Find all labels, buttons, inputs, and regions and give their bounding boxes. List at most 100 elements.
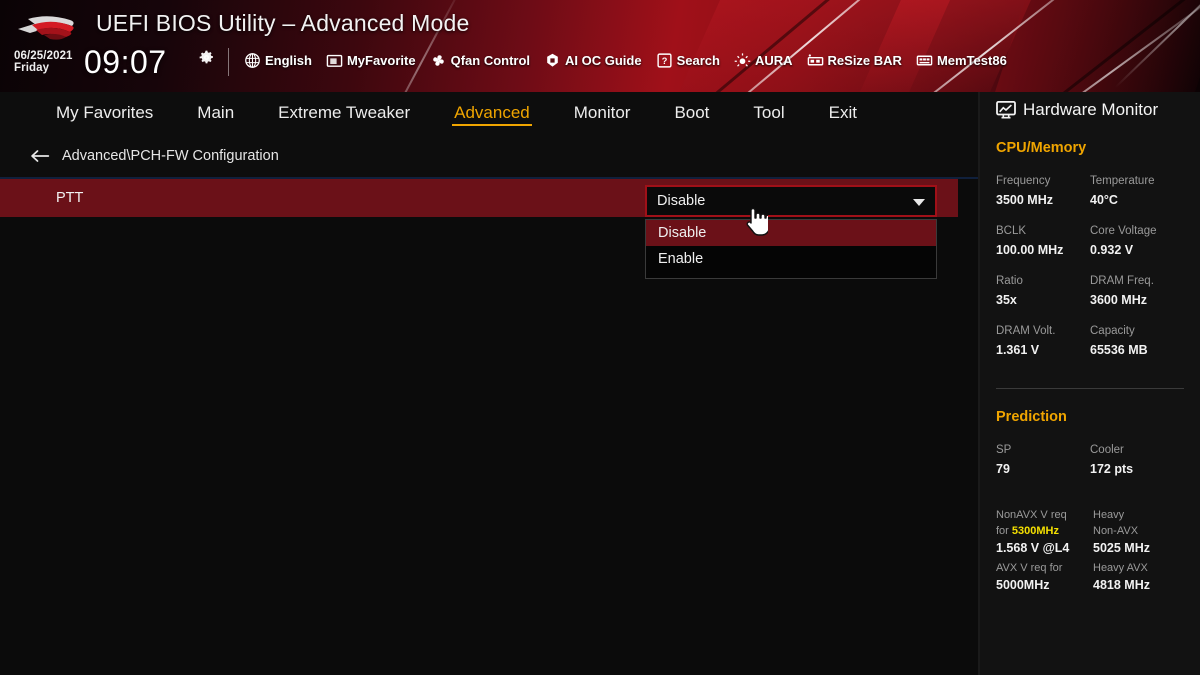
breadcrumb: Advanced\PCH-FW Configuration xyxy=(0,134,980,178)
heavy-avx-value: 4818 MHz xyxy=(1093,578,1150,592)
nonavx-voltage-value: 1.568 V @L4 xyxy=(996,541,1070,555)
header-decor-streak-3 xyxy=(988,0,1200,92)
sidebar-divider-rule xyxy=(996,388,1184,389)
heavy-avx-label: Heavy AVX xyxy=(1093,562,1148,574)
chip-icon xyxy=(547,53,558,67)
toolbar-item-resize-bar[interactable]: ReSize BAR xyxy=(807,52,902,69)
fan-icon xyxy=(432,55,444,66)
dropdown-option-disable[interactable]: Disable xyxy=(646,220,936,246)
hardware-monitor-icon xyxy=(996,101,1016,119)
tab-tool[interactable]: Tool xyxy=(731,92,806,134)
tab-monitor[interactable]: Monitor xyxy=(552,92,653,134)
weekday-value: Friday xyxy=(14,62,50,75)
metric-value: 40°C xyxy=(1090,193,1118,207)
metric-key: Ratio xyxy=(996,275,1023,287)
toolbar-item-search[interactable]: ? Search xyxy=(656,52,720,69)
avx-prediction-grid: NonAVX V req for 5300MHz 1.568 V @L4 Hea… xyxy=(996,507,1184,597)
toolbar-label: ReSize BAR xyxy=(827,53,902,68)
date-value: 06/25/2021 xyxy=(14,50,73,62)
header-toolbar: English MyFavorite Qfan Control AI OC Gu… xyxy=(244,52,1007,69)
tab-main[interactable]: Main xyxy=(175,92,256,134)
ptt-select-value: Disable xyxy=(657,193,706,209)
header-divider xyxy=(228,48,229,76)
chevron-down-icon xyxy=(913,199,925,206)
metric-value: 100.00 MHz xyxy=(996,243,1064,257)
toolbar-label: AURA xyxy=(754,53,793,68)
metric-value: 172 pts xyxy=(1090,462,1134,476)
hardware-monitor-header: Hardware Monitor xyxy=(996,92,1184,120)
toolbar-item-aura[interactable]: AURA xyxy=(734,52,793,69)
header-decor-shape-3 xyxy=(995,0,1200,92)
hardware-monitor-title: Hardware Monitor xyxy=(1023,100,1159,119)
page-title: UEFI BIOS Utility – Advanced Mode xyxy=(96,10,470,36)
toolbar-item-memtest86[interactable]: MemTest86 xyxy=(916,52,1007,69)
tab-boot[interactable]: Boot xyxy=(652,92,731,134)
header-bar: UEFI BIOS Utility – Advanced Mode 06/25/… xyxy=(0,0,1200,92)
avx-frequency: 5000MHz xyxy=(996,578,1050,592)
nonavx-frequency: 5300MHz xyxy=(1011,525,1059,537)
header-decor-streak-2 xyxy=(854,0,1116,92)
toolbar-label: Qfan Control xyxy=(450,53,531,68)
metric-key: DRAM Freq. xyxy=(1090,275,1154,287)
svg-text:?: ? xyxy=(661,56,667,66)
tab-advanced[interactable]: Advanced xyxy=(432,92,552,134)
header-decor-shape-2 xyxy=(851,0,1039,92)
metric-value: 79 xyxy=(996,462,1010,476)
gear-icon[interactable] xyxy=(199,50,214,65)
metric-key: Cooler xyxy=(1090,444,1124,456)
toolbar-label: MyFavorite xyxy=(346,53,416,68)
clock-display: 09:07 xyxy=(84,44,167,80)
tab-extreme-tweaker[interactable]: Extreme Tweaker xyxy=(256,92,432,134)
metric-value: 65536 MB xyxy=(1090,343,1148,357)
toolbar-label: English xyxy=(265,53,312,68)
prediction-grid: SP Cooler 79 172 pts xyxy=(996,441,1184,491)
section-title-prediction: Prediction xyxy=(996,409,1067,425)
nonavx-req-block: NonAVX V req for 5300MHz 1.568 V @L4 xyxy=(996,507,1087,558)
toolbar-item-ai-oc-guide[interactable]: AI OC Guide xyxy=(544,52,642,69)
tab-exit[interactable]: Exit xyxy=(807,92,879,134)
dropdown-option-enable[interactable]: Enable xyxy=(646,246,936,272)
toolbar-label: MemTest86 xyxy=(936,53,1007,68)
folder-icon xyxy=(326,54,343,67)
header-decor-shape-1 xyxy=(666,0,964,92)
ptt-select-box[interactable]: Disable xyxy=(645,185,937,217)
cpu-memory-grid: Frequency Temperature 3500 MHz 40°C BCLK… xyxy=(996,172,1184,372)
globe-icon xyxy=(245,53,260,68)
nonavx-for-prefix: for xyxy=(996,525,1012,537)
memory-icon xyxy=(807,54,823,66)
metric-value: 3600 MHz xyxy=(1090,293,1147,307)
header-decor-dark-streak-1 xyxy=(674,0,906,92)
metric-key: DRAM Volt. xyxy=(996,325,1056,337)
toolbar-item-qfan-control[interactable]: Qfan Control xyxy=(430,52,530,69)
metric-key: Core Voltage xyxy=(1090,225,1157,237)
heavy-avx-block: Heavy AVX 4818 MHz xyxy=(1093,560,1184,595)
metric-value: 3500 MHz xyxy=(996,193,1053,207)
header-decor-dark-streak-2 xyxy=(1026,0,1200,92)
avx-req-block: AVX V req for 5000MHz xyxy=(996,560,1087,595)
ptt-dropdown-list[interactable]: Disable Enable xyxy=(645,219,937,279)
tab-my-favorites[interactable]: My Favorites xyxy=(34,92,175,134)
toolbar-label: Search xyxy=(676,53,720,68)
metric-value: 35x xyxy=(996,293,1017,307)
question-box-icon: ? xyxy=(657,53,672,68)
metric-key: Frequency xyxy=(996,175,1051,187)
metric-key: SP xyxy=(996,444,1012,456)
rog-eye-logo xyxy=(18,16,74,40)
back-arrow-icon[interactable] xyxy=(30,148,50,164)
avx-req-label: AVX V req for xyxy=(996,562,1063,574)
nonavx-req-label-line1: NonAVX V req xyxy=(996,509,1067,521)
heavy-nonavx-label-line2: Non-AVX xyxy=(1093,525,1139,537)
bios-screen: UEFI BIOS Utility – Advanced Mode 06/25/… xyxy=(0,0,1200,675)
lightbulb-icon xyxy=(734,53,751,67)
date-display: 06/25/2021 Friday xyxy=(14,50,73,75)
heavy-nonavx-value: 5025 MHz xyxy=(1093,541,1150,555)
toolbar-item-english[interactable]: English xyxy=(244,52,312,69)
hardware-monitor-panel: Hardware Monitor CPU/Memory Frequency Te… xyxy=(980,92,1200,675)
toolbar-label: AI OC Guide xyxy=(565,53,642,68)
heavy-nonavx-block: Heavy Non-AVX 5025 MHz xyxy=(1093,507,1184,558)
breadcrumb-path: Advanced\PCH-FW Configuration xyxy=(62,148,279,164)
main-tab-bar: My Favorites Main Extreme Tweaker Advanc… xyxy=(0,92,980,134)
toolbar-item-myfavorite[interactable]: MyFavorite xyxy=(326,52,416,69)
nonavx-req-label-line2: for 5300MHz xyxy=(996,523,1087,539)
memtest-icon xyxy=(916,55,933,66)
